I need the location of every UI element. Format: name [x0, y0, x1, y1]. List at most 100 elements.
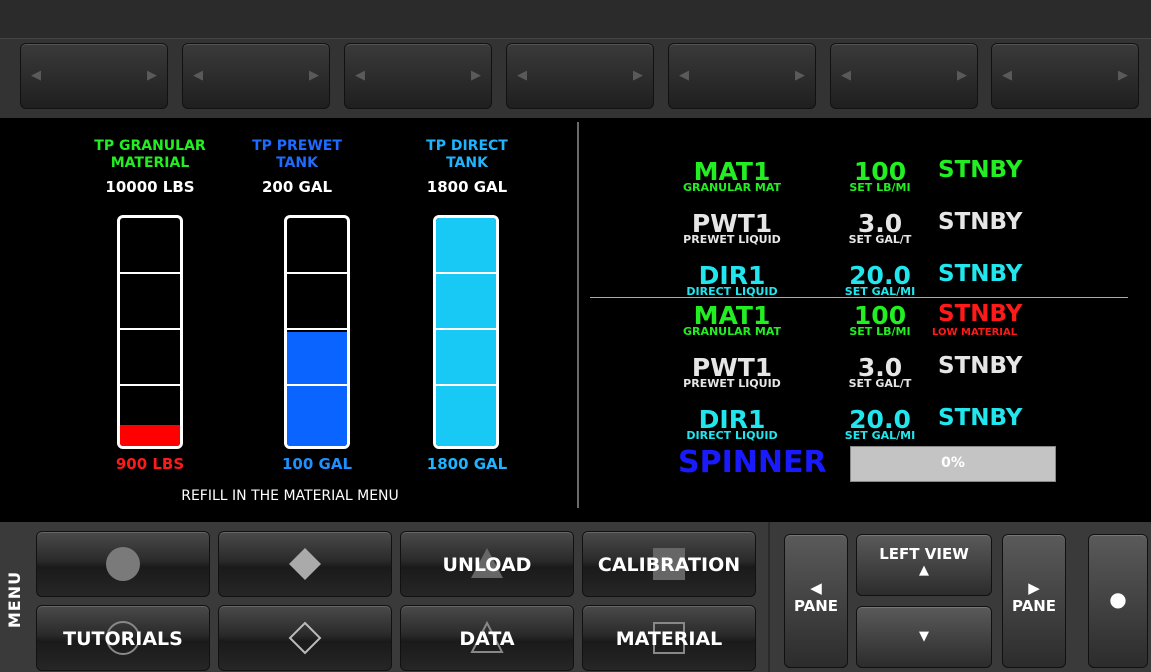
softkey-2[interactable]: ◀ ▶ — [182, 43, 330, 109]
softkey-1[interactable]: ◀ ▶ — [20, 43, 168, 109]
bottom-menu: MENU UNLOAD CALIBRATION TUTORIALS DATA M… — [0, 522, 1151, 672]
right-arrow-icon: ▶ — [795, 68, 805, 83]
tank-capacity: 200 GAL — [261, 178, 332, 196]
softkey-3[interactable]: ◀ ▶ — [344, 43, 492, 109]
progress-text: 0% — [941, 455, 965, 471]
spinner-label: SPINNER — [678, 445, 827, 480]
button-label: PANE — [1011, 597, 1057, 615]
panel-divider — [577, 122, 579, 508]
diamond-icon — [289, 548, 321, 580]
tank-fill — [120, 425, 180, 446]
pane-right-button[interactable]: ▶ PANE — [1002, 534, 1066, 668]
left-arrow-icon: ◀ — [31, 68, 41, 83]
rate-sub: GRANULAR MAT — [682, 181, 782, 194]
button-label: PANE — [793, 597, 839, 615]
button-label: LEFT VIEW — [879, 545, 969, 563]
left-view-up-button[interactable]: LEFT VIEW ▲ — [856, 534, 992, 596]
right-arrow-icon: ▶ — [147, 68, 157, 83]
rate-unit: SET LB/MI — [849, 325, 911, 338]
softkey-4[interactable]: ◀ ▶ — [506, 43, 654, 109]
softkey-5[interactable]: ◀ ▶ — [668, 43, 816, 109]
gauge-line — [287, 328, 347, 330]
rate-sub: DIRECT LIQUID — [686, 429, 778, 442]
tank-title: TANK — [276, 155, 318, 171]
gauge-line — [120, 384, 180, 386]
left-arrow-icon: ◀ — [1002, 68, 1012, 83]
button-label: UNLOAD — [442, 554, 532, 576]
softkey-7[interactable]: ◀ ▶ — [991, 43, 1139, 109]
tank-granular-gauge — [117, 215, 183, 449]
right-arrow-icon: ▶ — [309, 68, 319, 83]
left-arrow-icon: ◀ — [193, 68, 203, 83]
menu-button-tutorials[interactable]: TUTORIALS — [36, 605, 210, 671]
rate-unit: SET GAL/T — [848, 377, 912, 390]
right-arrow-icon: ▶ — [471, 68, 481, 83]
gauge-line — [287, 272, 347, 274]
button-label: TUTORIALS — [63, 628, 183, 650]
left-arrow-icon: ◀ — [517, 68, 527, 83]
right-arrow-icon: ▶ — [957, 68, 967, 83]
tank-level: 900 LBS — [115, 455, 185, 473]
menu-button-1[interactable] — [36, 531, 210, 597]
up-arrow-icon: ▲ — [919, 563, 929, 578]
rate-sub: GRANULAR MAT — [682, 325, 782, 338]
tank-fill — [287, 332, 347, 446]
left-arrow-icon: ◀ — [679, 68, 689, 83]
softkey-bar: ◀ ▶ ◀ ▶ ◀ ▶ ◀ ▶ ◀ ▶ ◀ ▶ ◀ ▶ — [0, 38, 1151, 119]
right-arrow-icon: ▶ — [1028, 579, 1040, 597]
tank-title: TP GRANULAR — [94, 138, 206, 154]
tank-granular-header: TP GRANULAR MATERIAL 10000 LBS — [70, 138, 230, 196]
tank-prewet-gauge — [284, 215, 350, 449]
menu-label: MENU — [5, 570, 25, 629]
tank-capacity: 1800 GAL — [426, 178, 508, 196]
menu-button-data[interactable]: DATA — [400, 605, 574, 671]
right-arrow-icon: ▶ — [633, 68, 643, 83]
rates-divider — [590, 297, 1128, 298]
rate-status-sub: LOW MATERIAL — [932, 327, 1018, 338]
right-arrow-icon: ▶ — [1118, 68, 1128, 83]
tank-prewet-header: TP PREWET TANK 200 GAL — [217, 138, 377, 196]
tank-level: 1800 GAL — [426, 455, 508, 473]
menu-button-unload[interactable]: UNLOAD — [400, 531, 574, 597]
down-button[interactable]: ▼ — [856, 606, 992, 668]
rate-sub: PREWET LIQUID — [683, 377, 781, 390]
rate-status: STNBY — [938, 209, 1023, 235]
rate-unit: SET GAL/MI — [844, 429, 916, 442]
rate-status: STNBY — [938, 301, 1023, 327]
rate-status: STNBY — [938, 353, 1023, 379]
tank-title: TP PREWET — [252, 138, 342, 154]
tank-title: TP DIRECT — [426, 138, 508, 154]
circle-icon — [106, 547, 140, 581]
diamond-outline-icon — [288, 621, 322, 655]
softkey-6[interactable]: ◀ ▶ — [830, 43, 978, 109]
gauge-line — [436, 272, 496, 274]
title-strip — [0, 0, 1151, 38]
button-label: CALIBRATION — [597, 554, 741, 576]
rate-sub: PREWET LIQUID — [683, 233, 781, 246]
down-arrow-icon: ▼ — [919, 629, 929, 644]
rate-unit: SET GAL/T — [848, 233, 912, 246]
tank-level: 100 GAL — [281, 455, 352, 473]
left-arrow-icon: ◀ — [841, 68, 851, 83]
gauge-line — [120, 328, 180, 330]
rate-unit: SET LB/MI — [849, 181, 911, 194]
tank-direct-header: TP DIRECT TANK 1800 GAL — [387, 138, 547, 196]
pane-left-button[interactable]: ◀ PANE — [784, 534, 848, 668]
dot-button[interactable]: ● — [1088, 534, 1148, 668]
gauge-line — [436, 328, 496, 330]
gauge-line — [436, 384, 496, 386]
rate-status: STNBY — [938, 405, 1023, 431]
menu-button-2[interactable] — [218, 531, 392, 597]
button-label: MATERIAL — [615, 628, 723, 650]
menu-button-calibration[interactable]: CALIBRATION — [582, 531, 756, 597]
left-arrow-icon: ◀ — [810, 579, 822, 597]
spinner-progress-bar: 0% — [850, 446, 1056, 482]
main-panel: TP GRANULAR MATERIAL 10000 LBS TP PREWET… — [0, 118, 1151, 522]
menu-button-6[interactable] — [218, 605, 392, 671]
rate-status: STNBY — [938, 157, 1023, 183]
refill-note: REFILL IN THE MATERIAL MENU — [181, 488, 399, 504]
tank-fill — [436, 218, 496, 446]
tank-title: TANK — [446, 155, 488, 171]
menu-button-material[interactable]: MATERIAL — [582, 605, 756, 671]
left-arrow-icon: ◀ — [355, 68, 365, 83]
